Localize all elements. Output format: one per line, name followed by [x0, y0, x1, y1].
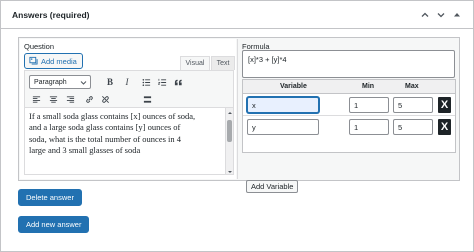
add-variable-button[interactable]: Add Variable: [246, 180, 299, 193]
question-line: soda, what is the total number of ounces…: [29, 133, 182, 144]
editor-toolbar: Paragraph B I: [24, 70, 234, 108]
postbox-title: Answers (required): [12, 10, 90, 20]
question-text: If a small soda glass contains [x] ounce…: [29, 111, 221, 156]
align-left-icon[interactable]: [29, 92, 43, 106]
variable-name-input[interactable]: y: [247, 119, 319, 135]
question-editor[interactable]: If a small soda glass contains [x] ounce…: [24, 108, 234, 175]
media-icon: [29, 56, 38, 67]
variable-row: y 1 5 X: [243, 117, 455, 138]
chevron-up-icon[interactable]: [419, 9, 431, 21]
variables-header: Variable Min Max: [243, 80, 455, 94]
add-media-label: Add media: [41, 56, 77, 66]
unlink-icon[interactable]: [98, 92, 112, 106]
format-select-value: Paragraph: [34, 78, 67, 86]
tab-text[interactable]: Text: [211, 56, 235, 70]
scroll-up-icon[interactable]: [227, 109, 233, 115]
variable-min-input[interactable]: 1: [349, 97, 389, 113]
bulleted-list-icon[interactable]: [139, 75, 153, 89]
delete-answer-button[interactable]: Delete answer: [18, 189, 82, 206]
postbox-header: Answers (required): [1, 1, 473, 29]
delete-variable-button[interactable]: X: [438, 119, 451, 135]
variable-name-input[interactable]: x: [247, 97, 319, 113]
question-line: and a large soda glass contains [y] ounc…: [29, 122, 181, 133]
triangle-collapse-icon[interactable]: [451, 9, 463, 21]
column-header-variable: Variable: [280, 83, 307, 90]
answers-postbox: Answers (required) Question Add media Vi…: [0, 0, 474, 252]
add-media-button[interactable]: Add media: [24, 53, 83, 69]
editor-scrollbar[interactable]: [225, 108, 233, 174]
delete-variable-button[interactable]: X: [438, 97, 451, 113]
question-line: If a small soda glass contains [x] ounce…: [29, 111, 196, 121]
scroll-down-icon[interactable]: [227, 168, 233, 174]
bold-icon[interactable]: B: [103, 75, 117, 89]
variables-table: Variable Min Max x 1 5 X y 1 5 X Add Var…: [242, 79, 456, 193]
align-right-icon[interactable]: [63, 92, 77, 106]
question-label: Question: [24, 42, 55, 51]
toolbar-toggle-icon[interactable]: [140, 92, 154, 106]
question-line: large and 3 small glasses of soda: [29, 144, 141, 155]
blockquote-icon[interactable]: [171, 75, 185, 89]
answer-row: Question Add media Visual Text Paragraph…: [18, 37, 460, 193]
column-header-max: Max: [405, 83, 419, 90]
chevron-down-icon[interactable]: [435, 9, 447, 21]
italic-icon[interactable]: I: [120, 75, 134, 89]
variable-max-input[interactable]: 5: [393, 119, 433, 135]
formula-column: Formula [x]*3 + [y]*4 Variable Min Max x…: [237, 39, 459, 193]
column-header-min: Min: [362, 83, 375, 90]
scrollbar-thumb[interactable]: [227, 120, 232, 142]
link-icon[interactable]: [82, 92, 96, 106]
tab-visual[interactable]: Visual: [180, 56, 210, 70]
variable-row: x 1 5 X: [243, 95, 455, 116]
align-center-icon[interactable]: [46, 92, 60, 106]
question-column: Question Add media Visual Text Paragraph…: [20, 39, 236, 179]
chevron-down-icon: [80, 79, 87, 86]
numbered-list-icon[interactable]: [155, 75, 169, 89]
variable-max-input[interactable]: 5: [393, 97, 433, 113]
formula-field[interactable]: [x]*3 + [y]*4: [242, 50, 455, 78]
variable-min-input[interactable]: 1: [349, 119, 389, 135]
add-new-answer-button[interactable]: Add new answer: [18, 216, 90, 233]
format-select[interactable]: Paragraph: [29, 75, 91, 89]
